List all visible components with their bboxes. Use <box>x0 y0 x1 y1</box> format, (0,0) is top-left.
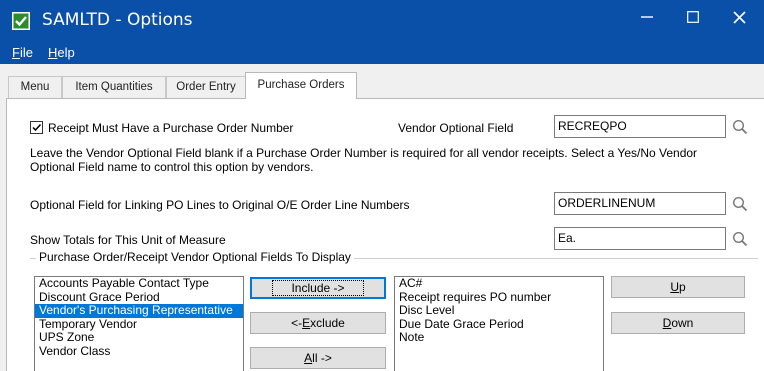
magnifier-icon[interactable] <box>732 196 748 212</box>
window-title: SAMLTD - Options <box>42 10 193 30</box>
maximize-icon <box>687 11 699 23</box>
magnifier-icon[interactable] <box>732 119 748 135</box>
available-fields-list[interactable]: Accounts Payable Contact Type Discount G… <box>34 276 244 371</box>
close-icon <box>732 10 746 24</box>
group-box-title: Purchase Order/Receipt Vendor Optional F… <box>36 250 354 264</box>
list-item[interactable]: Accounts Payable Contact Type <box>35 277 243 291</box>
maximize-button[interactable] <box>670 0 716 34</box>
tab-purchase-orders[interactable]: Purchase Orders <box>245 72 357 99</box>
menu-file[interactable]: File <box>12 45 33 60</box>
check-icon <box>32 123 42 132</box>
tab-item-quantities[interactable]: Item Quantities <box>62 76 166 98</box>
list-item[interactable]: Due Date Grace Period <box>395 317 603 332</box>
receipt-po-checkbox[interactable] <box>30 121 43 134</box>
list-item[interactable]: UPS Zone <box>35 330 243 345</box>
list-item[interactable]: Temporary Vendor <box>35 317 243 332</box>
menu-bar: File Help <box>0 42 764 64</box>
tab-strip: Menu Item Quantities Order Entry Purchas… <box>0 64 764 100</box>
list-item[interactable]: AC# <box>395 277 603 291</box>
displayed-fields-list[interactable]: AC# Receipt requires PO number Disc Leve… <box>394 276 604 371</box>
vendor-optional-field-input[interactable]: RECREQPO <box>554 115 726 138</box>
tab-order-entry[interactable]: Order Entry <box>166 76 246 98</box>
sage-logo-icon <box>12 12 30 30</box>
title-bar: SAMLTD - Options <box>0 0 764 42</box>
close-button[interactable] <box>716 0 762 34</box>
list-item[interactable]: Vendor Class <box>35 344 243 359</box>
help-text-line2: Optional Field name to control this opti… <box>30 160 314 174</box>
list-item[interactable]: Disc Level <box>395 303 603 318</box>
list-item[interactable]: Discount Grace Period <box>35 290 243 305</box>
magnifier-icon[interactable] <box>732 231 748 247</box>
totals-uom-input[interactable]: Ea. <box>554 227 726 250</box>
totals-uom-label: Show Totals for This Unit of Measure <box>30 233 226 247</box>
receipt-po-label: Receipt Must Have a Purchase Order Numbe… <box>48 121 294 135</box>
include-button[interactable]: Include -> <box>250 277 386 299</box>
all-button[interactable]: All -> <box>250 347 386 369</box>
help-text-line1: Leave the Vendor Optional Field blank if… <box>30 146 698 160</box>
list-item[interactable]: Receipt requires PO number <box>395 290 603 305</box>
minimize-button[interactable] <box>624 0 670 34</box>
list-item[interactable]: Note <box>395 330 603 345</box>
up-button[interactable]: Up <box>611 276 745 298</box>
linking-field-label: Optional Field for Linking PO Lines to O… <box>30 198 410 212</box>
tab-menu[interactable]: Menu <box>8 76 62 98</box>
menu-help[interactable]: Help <box>48 45 75 60</box>
vendor-optional-field-label: Vendor Optional Field <box>398 121 514 135</box>
down-button[interactable]: Down <box>611 312 745 334</box>
minimize-icon <box>641 16 653 18</box>
list-item[interactable]: Vendor's Purchasing Representative <box>35 303 243 318</box>
linking-field-input[interactable]: ORDERLINENUM <box>554 192 726 215</box>
exclude-button[interactable]: <- Exclude <box>250 312 386 334</box>
